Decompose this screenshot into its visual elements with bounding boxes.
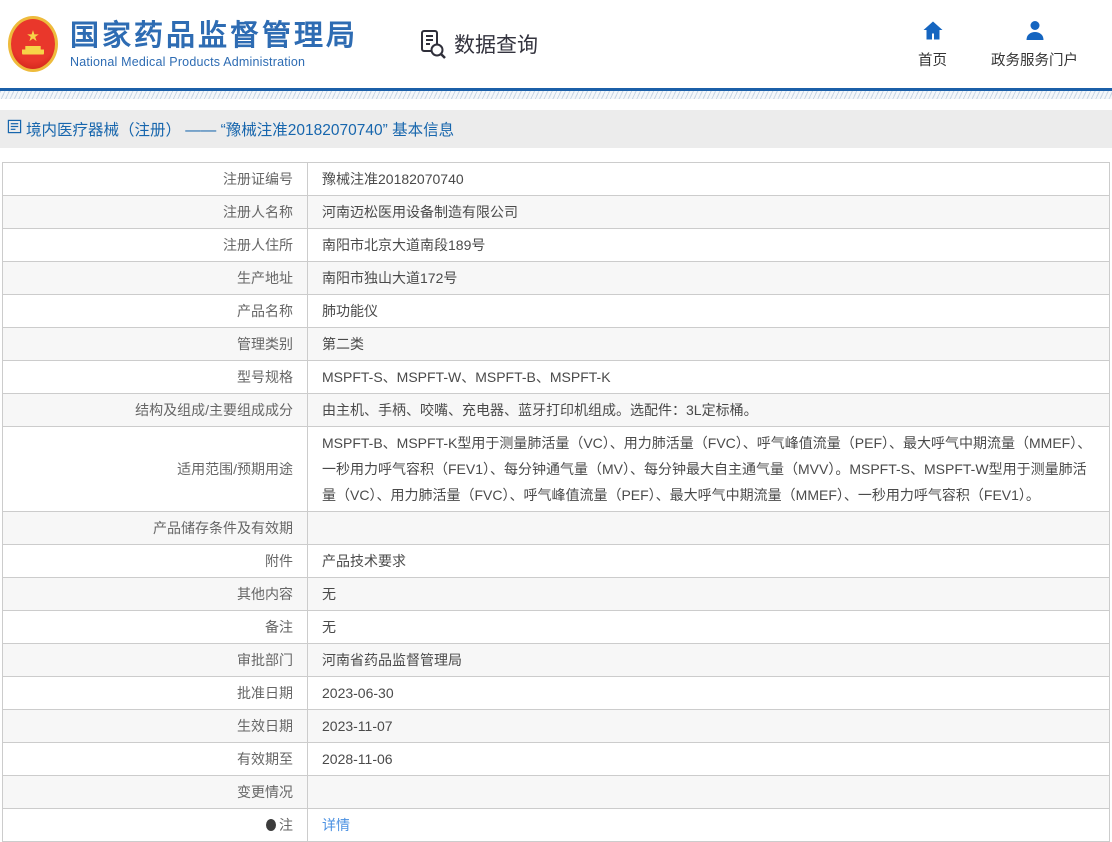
field-value: 南阳市北京大道南段189号: [307, 228, 1110, 262]
table-row: 其他内容 无: [2, 577, 1110, 611]
field-label: 结构及组成/主要组成成分: [2, 393, 308, 427]
field-label: 注册人名称: [2, 195, 308, 229]
field-value: 2028-11-06: [307, 742, 1110, 776]
field-label: 产品名称: [2, 294, 308, 328]
breadcrumb: 境内医疗器械（注册） —— “豫械注准20182070740” 基本信息: [0, 110, 1112, 148]
field-label: 注册证编号: [2, 162, 308, 196]
table-row: 批准日期 2023-06-30: [2, 676, 1110, 710]
table-row: 有效期至 2028-11-06: [2, 742, 1110, 776]
field-value: 2023-11-07: [307, 709, 1110, 743]
nav-home[interactable]: 首页: [918, 19, 947, 70]
table-row: 注册证编号 豫械注准20182070740: [2, 162, 1110, 196]
table-row: 产品名称 肺功能仪: [2, 294, 1110, 328]
field-label: 型号规格: [2, 360, 308, 394]
field-value: 河南省药品监督管理局: [307, 643, 1110, 677]
field-value: 由主机、手柄、咬嘴、充电器、蓝牙打印机组成。选配件：3L定标桶。: [307, 393, 1110, 427]
table-row: 产品储存条件及有效期: [2, 511, 1110, 545]
data-query-section[interactable]: 数据查询: [416, 28, 538, 60]
field-value: 产品技术要求: [307, 544, 1110, 578]
field-label: 注: [2, 808, 308, 842]
table-row: 注 详情: [2, 808, 1110, 842]
field-label: 批准日期: [2, 676, 308, 710]
nav-service-portal[interactable]: 政务服务门户: [991, 19, 1078, 70]
field-label: 适用范围/预期用途: [2, 426, 308, 512]
field-label: 审批部门: [2, 643, 308, 677]
table-row: 生产地址 南阳市独山大道172号: [2, 261, 1110, 295]
field-label: 有效期至: [2, 742, 308, 776]
table-row: 结构及组成/主要组成成分 由主机、手柄、咬嘴、充电器、蓝牙打印机组成。选配件：3…: [2, 393, 1110, 427]
site-subtitle: National Medical Products Administration: [70, 54, 306, 69]
table-row: 审批部门 河南省药品监督管理局: [2, 643, 1110, 677]
document-search-icon: [416, 28, 448, 60]
site-header: ★ 国家药品监督管理局 National Medical Products Ad…: [0, 0, 1112, 88]
details-link[interactable]: 详情: [322, 817, 350, 833]
note-icon: [266, 819, 276, 831]
site-title: 国家药品监督管理局: [70, 19, 359, 52]
field-value: MSPFT-S、MSPFT-W、MSPFT-B、MSPFT-K: [307, 360, 1110, 394]
table-row: 备注 无: [2, 610, 1110, 644]
table-row: 适用范围/预期用途 MSPFT-B、MSPFT-K型用于测量肺活量（VC）、用力…: [2, 426, 1110, 512]
field-value: 无: [307, 577, 1110, 611]
header-hatch-rule: [0, 91, 1112, 99]
nav-home-label: 首页: [918, 52, 947, 69]
table-row: 注册人名称 河南迈松医用设备制造有限公司: [2, 195, 1110, 229]
field-value: 豫械注准20182070740: [307, 162, 1110, 196]
field-value: 河南迈松医用设备制造有限公司: [307, 195, 1110, 229]
field-label: 生效日期: [2, 709, 308, 743]
field-label: 注册人住所: [2, 228, 308, 262]
field-label: 其他内容: [2, 577, 308, 611]
table-row: 注册人住所 南阳市北京大道南段189号: [2, 228, 1110, 262]
field-value: 肺功能仪: [307, 294, 1110, 328]
nmpa-logo: ★ 国家药品监督管理局 National Medical Products Ad…: [8, 16, 358, 72]
home-icon: [920, 19, 946, 43]
field-label: 备注: [2, 610, 308, 644]
field-value: [307, 511, 1110, 545]
table-row: 管理类别 第二类: [2, 327, 1110, 361]
header-nav: 首页 政务服务门户: [918, 19, 1078, 70]
user-icon: [1022, 19, 1048, 43]
field-value: 第二类: [307, 327, 1110, 361]
field-label: 产品储存条件及有效期: [2, 511, 308, 545]
field-label: 附件: [2, 544, 308, 578]
table-row: 附件 产品技术要求: [2, 544, 1110, 578]
page-title: 境内医疗器械（注册） —— “豫械注准20182070740” 基本信息: [26, 122, 455, 139]
table-row: 生效日期 2023-11-07: [2, 709, 1110, 743]
table-row: 型号规格 MSPFT-S、MSPFT-W、MSPFT-B、MSPFT-K: [2, 360, 1110, 394]
field-label-text: 注: [279, 817, 293, 833]
field-value: 2023-06-30: [307, 676, 1110, 710]
national-emblem-icon: ★: [8, 16, 58, 72]
field-label: 管理类别: [2, 327, 308, 361]
field-value: MSPFT-B、MSPFT-K型用于测量肺活量（VC）、用力肺活量（FVC）、呼…: [307, 426, 1110, 512]
field-label: 变更情况: [2, 775, 308, 809]
table-row: 变更情况: [2, 775, 1110, 809]
field-value: 南阳市独山大道172号: [307, 261, 1110, 295]
data-query-label: 数据查询: [454, 34, 539, 57]
nav-service-portal-label: 政务服务门户: [991, 52, 1078, 69]
field-value: [307, 775, 1110, 809]
field-label: 生产地址: [2, 261, 308, 295]
field-value: 无: [307, 610, 1110, 644]
form-icon: [7, 119, 22, 139]
device-info-table: 注册证编号 豫械注准20182070740 注册人名称 河南迈松医用设备制造有限…: [2, 162, 1110, 842]
field-value: 详情: [307, 808, 1110, 842]
